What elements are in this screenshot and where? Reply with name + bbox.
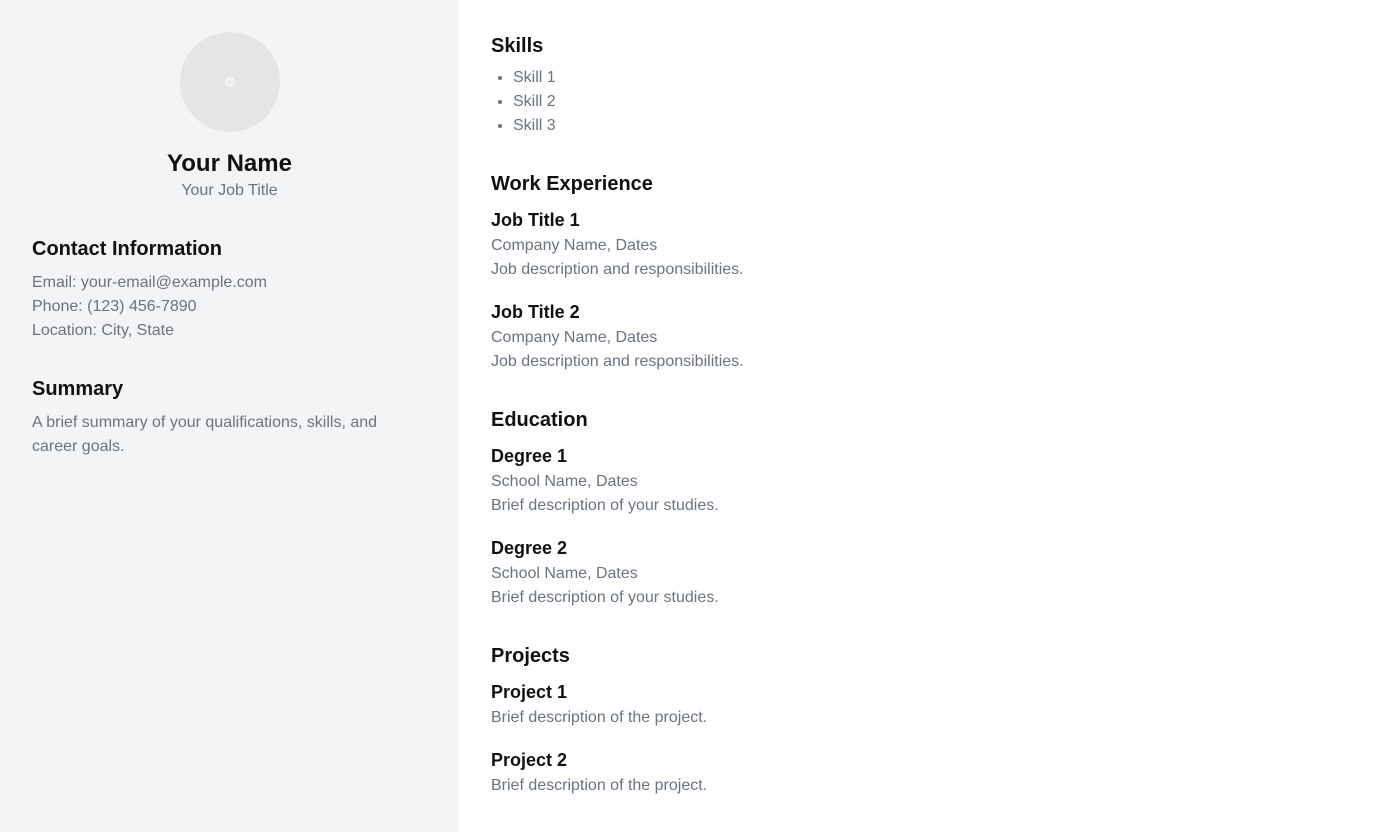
- work-entry-title: Job Title 1: [491, 210, 580, 230]
- education-entry-title: Degree 1: [491, 446, 568, 466]
- work-entry-title: Job Title 2: [491, 302, 580, 322]
- avatar: [179, 32, 280, 132]
- education-entry-description: Brief description of your studies.: [491, 589, 719, 606]
- education-entry-school: School Name, Dates: [491, 565, 638, 582]
- education-entry: Degree 2 School Name, Dates Brief descri…: [491, 534, 1344, 610]
- resume-page: Your Name Your Job Title Contact Informa…: [0, 0, 1376, 832]
- contact-location: Location: City, State: [32, 322, 174, 339]
- work-entry-company: Company Name, Dates: [491, 329, 658, 346]
- projects-heading: Projects: [491, 645, 570, 667]
- work-entry: Job Title 1 Company Name, Dates Job desc…: [491, 206, 1344, 282]
- work-experience-heading: Work Experience: [491, 173, 653, 195]
- contact-section: Contact Information Email: your-email@ex…: [32, 235, 427, 343]
- work-entry-company: Company Name, Dates: [491, 237, 658, 254]
- education-entry-title: Degree 2: [491, 538, 568, 558]
- work-experience-section: Work Experience Job Title 1 Company Name…: [491, 170, 1344, 374]
- main-content: Skills Skill 1 Skill 2 Skill 3 Work Expe…: [459, 0, 1376, 832]
- project-entry: Project 1 Brief description of the proje…: [491, 678, 1344, 730]
- profile: Your Name Your Job Title: [32, 32, 427, 203]
- project-entry-title: Project 2: [491, 750, 568, 770]
- work-entry-description: Job description and responsibilities.: [491, 261, 744, 278]
- profile-name: Your Name: [167, 150, 292, 177]
- skills-heading: Skills: [491, 35, 544, 57]
- project-entry-title: Project 1: [491, 682, 568, 702]
- work-entry: Job Title 2 Company Name, Dates Job desc…: [491, 298, 1344, 374]
- contact-phone: Phone: (123) 456-7890: [32, 298, 197, 315]
- summary-text: A brief summary of your qualifications, …: [32, 414, 378, 455]
- education-section: Education Degree 1 School Name, Dates Br…: [491, 406, 1344, 610]
- skill-item: Skill 1: [513, 66, 1344, 90]
- projects-section: Projects Project 1 Brief description of …: [491, 642, 1344, 798]
- skills-section: Skills Skill 1 Skill 2 Skill 3: [491, 32, 1344, 138]
- skills-list: Skill 1 Skill 2 Skill 3: [491, 66, 1344, 138]
- skill-item: Skill 3: [513, 114, 1344, 138]
- skill-item: Skill 2: [513, 90, 1344, 114]
- education-entry: Degree 1 School Name, Dates Brief descri…: [491, 442, 1344, 518]
- work-entry-description: Job description and responsibilities.: [491, 353, 744, 370]
- contact-email: Email: your-email@example.com: [32, 274, 267, 291]
- project-entry-description: Brief description of the project.: [491, 777, 708, 794]
- education-heading: Education: [491, 409, 588, 431]
- avatar-placeholder-icon: [224, 77, 235, 87]
- contact-heading: Contact Information: [32, 238, 222, 260]
- profile-job-title: Your Job Title: [181, 182, 278, 199]
- education-entry-description: Brief description of your studies.: [491, 497, 719, 514]
- summary-heading: Summary: [32, 378, 124, 400]
- summary-section: Summary A brief summary of your qualific…: [32, 375, 427, 459]
- sidebar: Your Name Your Job Title Contact Informa…: [0, 0, 459, 832]
- project-entry: Project 2 Brief description of the proje…: [491, 746, 1344, 798]
- education-entry-school: School Name, Dates: [491, 473, 638, 490]
- project-entry-description: Brief description of the project.: [491, 709, 708, 726]
